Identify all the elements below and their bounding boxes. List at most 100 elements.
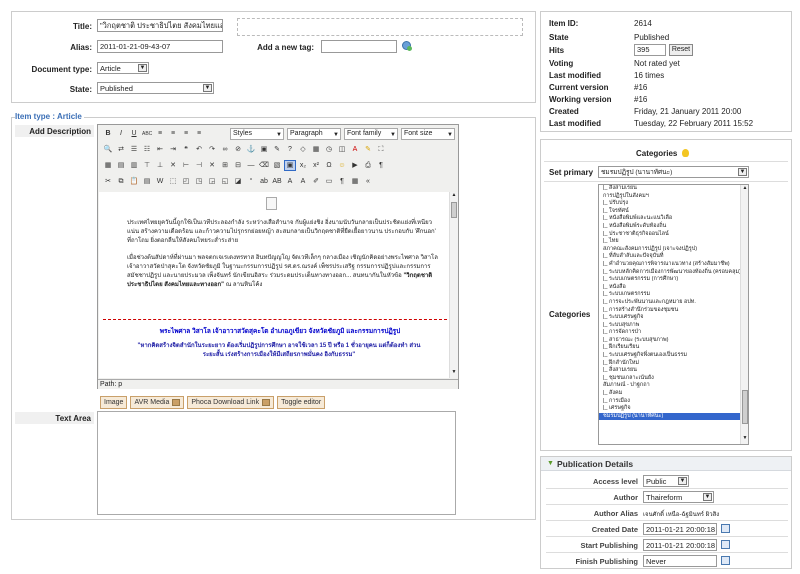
alias-input[interactable]: 2011-01-21-09-43-07: [97, 40, 223, 53]
list-item[interactable]: |_ ระบบหลักคิดการเมืองการพัฒนาของท้องถิ่…: [599, 269, 741, 277]
indent-icon[interactable]: ⇥: [167, 144, 179, 155]
insert-time-icon[interactable]: ◷: [323, 144, 335, 155]
deletion-icon[interactable]: A: [284, 176, 296, 187]
list-item[interactable]: |_ ที่ลับสำลับและปัจจุบันที่: [599, 253, 740, 261]
background-color-icon[interactable]: ✎: [362, 144, 374, 155]
select-all-icon[interactable]: ⬚: [167, 176, 179, 187]
title-input[interactable]: "วิกฤตชาติ ประชาธิปไตย สังคมไทยและท: [97, 19, 223, 32]
blockquote-2-icon[interactable]: «: [362, 176, 374, 187]
paste-icon[interactable]: 📋: [128, 176, 140, 187]
avr-media-button[interactable]: AVR Media: [130, 396, 185, 409]
insert-col-after-icon[interactable]: ⊣: [193, 160, 205, 171]
list-item[interactable]: ชมรมปฏิรูป (นานาทัศนะ): [599, 412, 740, 421]
list-item[interactable]: |_ สิ่งสามเรยน: [599, 185, 740, 193]
merge-cells-icon[interactable]: ⊟: [232, 160, 244, 171]
list-item[interactable]: |_ ปรับปรุง: [599, 200, 740, 208]
list-item[interactable]: |_ สิ่งสามเรยน: [599, 367, 740, 375]
outdent-icon[interactable]: ⇤: [154, 144, 166, 155]
move-backward-icon[interactable]: ◲: [206, 176, 218, 187]
list-item[interactable]: |_ สังคม: [599, 390, 740, 398]
strikethrough-button[interactable]: ABC: [141, 129, 153, 140]
list-item[interactable]: |_ การจัดการป่า: [599, 329, 740, 337]
list-item[interactable]: |_ ระบบเศรษฐกิจพึ่งตนเองเป็นธรรม: [599, 352, 740, 360]
calendar-icon[interactable]: [721, 524, 730, 533]
access-level-select[interactable]: Public ▼: [643, 475, 689, 487]
bold-button[interactable]: B: [102, 128, 114, 139]
source-icon[interactable]: ▣: [284, 160, 296, 171]
tags-box[interactable]: [237, 18, 523, 36]
cell-props-icon[interactable]: ▥: [128, 160, 140, 171]
replace-icon[interactable]: ⇄: [115, 144, 127, 155]
scroll-thumb[interactable]: [742, 390, 748, 424]
abbreviation-icon[interactable]: ab: [258, 176, 270, 187]
align-right-icon[interactable]: ≡: [180, 128, 192, 139]
italic-button[interactable]: I: [115, 128, 127, 139]
editor-scrollbar[interactable]: ▲ ▼: [449, 192, 458, 378]
doctype-select[interactable]: Article ▼: [97, 62, 149, 74]
list-item[interactable]: |_ ประชาชาติธุรกิจออนไลน์: [599, 231, 740, 239]
paste-word-icon[interactable]: W: [154, 176, 166, 187]
list-item[interactable]: |_ คำอำนวยคุณการพิจารณาแนวทาง (สร้างสัมม…: [599, 261, 740, 269]
list-item[interactable]: |_ หนังสือ: [599, 284, 740, 292]
align-left-icon[interactable]: ≡: [154, 128, 166, 139]
add-tag-icon[interactable]: [402, 41, 412, 51]
list-item[interactable]: |_ ระบบเกษตรกรรม: [599, 291, 740, 299]
author-select[interactable]: Thaireform ▼: [643, 491, 714, 503]
calendar-icon[interactable]: [721, 556, 730, 565]
numbered-list-icon[interactable]: ☷: [141, 144, 153, 155]
font-size-select[interactable]: Font size ▼: [401, 128, 455, 140]
emoticon-icon[interactable]: ☺: [336, 160, 348, 171]
align-justify-icon[interactable]: ≡: [193, 128, 205, 139]
scroll-up-icon[interactable]: ▲: [450, 192, 458, 200]
insert-row-after-icon[interactable]: ⊥: [154, 160, 166, 171]
list-item[interactable]: |_ ระบบเศรษฐกิจ: [599, 314, 740, 322]
created-date-input[interactable]: 2011-01-21 20:00:18: [643, 523, 717, 535]
align-center-icon[interactable]: ≡: [167, 128, 179, 139]
ltr-icon[interactable]: ¶: [375, 160, 387, 171]
image-button[interactable]: Image: [100, 396, 128, 409]
insert-date-icon[interactable]: ▦: [310, 144, 322, 155]
phoca-download-link-button[interactable]: Phoca Download Link: [187, 396, 275, 409]
blockquote-icon[interactable]: ❝: [180, 144, 192, 155]
list-item[interactable]: |_ เศรษฐกิจ: [599, 405, 740, 413]
reset-button[interactable]: Reset: [669, 44, 693, 56]
underline-button[interactable]: U: [128, 128, 140, 139]
special-char-icon[interactable]: Ω: [323, 160, 335, 171]
paragraph-select[interactable]: Paragraph ▼: [287, 128, 341, 140]
insert-col-before-icon[interactable]: ⊢: [180, 160, 192, 171]
delete-row-icon[interactable]: ✕: [167, 160, 179, 171]
move-forward-icon[interactable]: ◳: [193, 176, 205, 187]
copy-icon[interactable]: ⧉: [115, 176, 127, 187]
cut-icon[interactable]: ✂: [102, 176, 114, 187]
finish-publishing-input[interactable]: Never: [643, 555, 717, 567]
editor-content-area[interactable]: ประเทศไทยยุควันนี้ถูกใช้เป็นเวทีประลองกำ…: [99, 192, 449, 378]
categories-multiselect[interactable]: |_ สิ่งสามเรยน การปฏิรูปในสังคมฯ |_ ปรับปร…: [598, 184, 749, 445]
attributes-icon[interactable]: ✐: [310, 176, 322, 187]
set-primary-select[interactable]: ชมรมปฏิรูป (นานาทัศนะ) ▼: [598, 166, 749, 178]
table-icon[interactable]: ▦: [102, 160, 114, 171]
anchor-icon[interactable]: ⚓: [245, 144, 257, 155]
paste-text-icon[interactable]: ▤: [141, 176, 153, 187]
insertion-icon[interactable]: A: [297, 176, 309, 187]
calendar-icon[interactable]: [721, 540, 730, 549]
undo-icon[interactable]: ↶: [193, 144, 205, 155]
template-icon[interactable]: ▦: [349, 176, 361, 187]
non-breaking-icon[interactable]: ▭: [323, 176, 335, 187]
visual-aid-icon[interactable]: ▧: [271, 160, 283, 171]
list-item[interactable]: |_ ไทย: [599, 238, 740, 246]
scroll-down-icon[interactable]: ▼: [450, 369, 458, 377]
horizontal-rule-icon[interactable]: —: [245, 160, 257, 171]
split-cells-icon[interactable]: ⊞: [219, 160, 231, 171]
state-select[interactable]: Published ▼: [97, 82, 214, 94]
absolute-icon[interactable]: ◱: [219, 176, 231, 187]
unlink-icon[interactable]: ⊘: [232, 144, 244, 155]
remove-format-icon[interactable]: ⌫: [258, 160, 270, 171]
preview-icon[interactable]: ◫: [336, 144, 348, 155]
styles-select[interactable]: Styles ▼: [230, 128, 284, 140]
fullscreen-icon[interactable]: ⛶: [375, 144, 387, 155]
html-icon[interactable]: ◇: [297, 144, 309, 155]
list-item[interactable]: |_ หนังสือพิมพ์และนะแนวิเลือ: [599, 215, 740, 223]
row-props-icon[interactable]: ▤: [115, 160, 127, 171]
list-item[interactable]: |_ ระบบเกษตรกรรม (การศึกษา): [599, 276, 740, 284]
style-props-icon[interactable]: ◪: [232, 176, 244, 187]
